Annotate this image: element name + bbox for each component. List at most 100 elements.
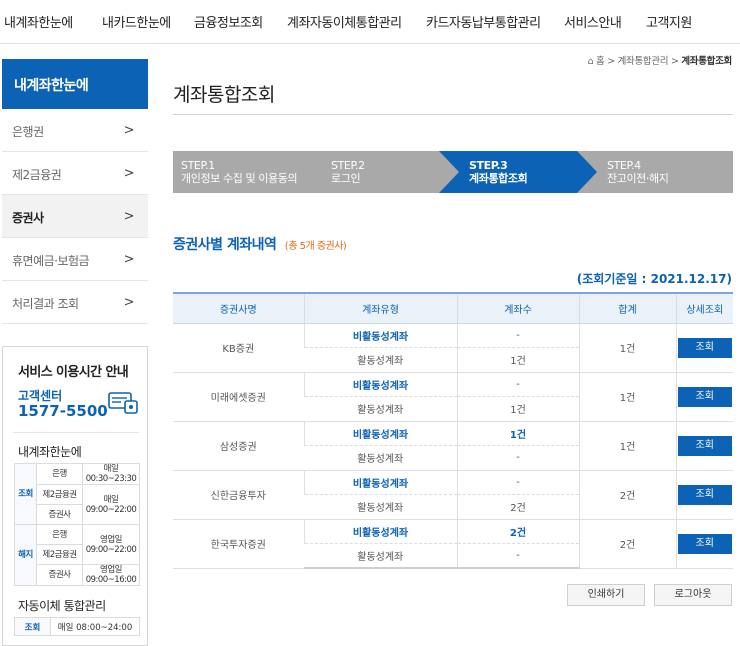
account-count-inactive: -	[456, 323, 579, 348]
sidebar-item-bank[interactable]: 은행권 >	[2, 109, 148, 152]
account-count-active: 1건	[456, 347, 579, 373]
account-count-active: -	[456, 445, 579, 471]
table-row: 삼성증권 비활동성계좌 1건 1건 조회	[173, 421, 733, 471]
account-count-inactive: 2건	[456, 519, 579, 544]
group-label: 해지	[14, 524, 37, 586]
column-header: 증권사명	[173, 292, 304, 324]
account-type-inactive: 비활동성계좌	[303, 519, 457, 544]
step-3-current: STEP.3 계좌통합조회	[439, 151, 599, 193]
view-detail-button[interactable]: 조회	[677, 484, 732, 505]
group-label: 조회	[14, 463, 37, 525]
phone-card-icon	[108, 392, 138, 414]
breadcrumb-home[interactable]: 홈	[596, 56, 605, 67]
step-label: 개인정보 수집 및 이용동의	[181, 172, 298, 185]
view-detail-button[interactable]: 조회	[677, 435, 732, 456]
chevron-right-icon: >	[123, 295, 135, 310]
org-label: 제2금융권	[36, 544, 83, 565]
sidebar-item-results[interactable]: 처리결과 조회 >	[2, 281, 148, 324]
account-total: 2건	[578, 470, 676, 520]
view-detail-button[interactable]: 조회	[677, 337, 732, 358]
sidebar-item-label: 제2금융권	[12, 168, 62, 182]
table-row: 한국투자증권 비활동성계좌 2건 2건 조회	[173, 519, 733, 569]
account-total: 1건	[578, 323, 676, 373]
divider	[173, 114, 733, 115]
account-type-active: 활동성계좌	[304, 445, 457, 471]
account-type-active: 활동성계좌	[304, 347, 457, 373]
org-label: 증권사	[36, 564, 83, 586]
table-row: 미래에셋증권 비활동성계좌 -1건 조회	[173, 372, 733, 422]
column-header: 합계	[578, 292, 676, 324]
company-name: KB증권	[173, 323, 304, 373]
account-total: 2건	[578, 519, 676, 569]
sidebar-item-label: 증권사	[12, 211, 44, 225]
account-total: 1건	[578, 421, 676, 471]
view-detail-button[interactable]: 조회	[677, 533, 732, 554]
securities-accounts-table: 증권사명 계좌유형 계좌수 합계 상세조회 KB증권 비활동성계좌 -1건 조회 활동성…	[173, 292, 733, 569]
step-number: STEP.1	[181, 159, 215, 172]
step-indicator: STEP.1 개인정보 수집 및 이용동의 STEP.2 로그인 STEP.3 …	[173, 151, 733, 193]
inquiry-date: (조회기준일 : 2021.12.17)	[576, 272, 732, 286]
account-count-inactive: -	[456, 470, 579, 495]
nav-finance-info[interactable]: 금융정보조회	[194, 12, 263, 31]
nav-customer-support[interactable]: 고객지원	[646, 12, 692, 31]
nav-auto-transfer[interactable]: 계좌자동이체통합관리	[287, 12, 402, 31]
time-label: 영업일 09:00~22:00	[82, 524, 140, 565]
sidebar-item-securities[interactable]: 증권사 >	[2, 195, 148, 238]
section-title: 증권사별 계좌내역 (총 5개 증권사)	[173, 234, 347, 254]
nav-card-autopay[interactable]: 카드자동납부통합관리	[426, 12, 541, 31]
chevron-right-icon: >	[123, 252, 135, 267]
column-header: 계좌수	[456, 292, 579, 324]
account-type-inactive: 비활동성계좌	[303, 421, 457, 446]
account-type-active: 활동성계좌	[304, 543, 457, 569]
step-number: STEP.3	[469, 159, 508, 172]
sidebar-item-label: 휴면예금·보험금	[12, 254, 90, 268]
time-label: 매일 08:00~24:00	[50, 617, 140, 636]
account-count-active: -	[456, 543, 579, 569]
account-type-inactive: 비활동성계좌	[303, 470, 457, 495]
account-count-active: 1건	[456, 396, 579, 422]
auto-transfer-hours-table: 조회 매일 08:00~24:00	[14, 617, 140, 636]
org-label: 은행	[36, 524, 83, 545]
logout-button[interactable]: 로그아웃	[654, 584, 732, 606]
time-label: 매일 00:30~23:30	[82, 463, 140, 485]
company-count: (총 5개 증권사)	[284, 241, 347, 252]
service-subtitle-auto-transfer: 자동이체 통합관리	[18, 599, 106, 613]
breadcrumb: ⌂ 홈 > 계좌통합관리 > 계좌통합조회	[587, 56, 733, 67]
table-row: 신한금융투자 비활동성계좌 -2건 조회	[173, 470, 733, 520]
time-label: 영업일 09:00~16:00	[82, 564, 140, 586]
home-icon[interactable]: ⌂	[588, 56, 594, 67]
chevron-right-icon: >	[123, 123, 135, 138]
service-hours-title: 서비스 이용시간 안내	[18, 365, 129, 380]
step-2: STEP.2 로그인	[301, 151, 461, 193]
account-type-active: 활동성계좌	[304, 396, 457, 422]
nav-my-cards[interactable]: 내카드한눈에	[102, 12, 171, 31]
sidebar-item-label: 처리결과 조회	[12, 297, 79, 311]
step-number: STEP.4	[607, 159, 641, 172]
page-title: 계좌통합조회	[173, 84, 275, 106]
column-header: 상세조회	[675, 292, 733, 324]
step-label: 로그인	[331, 172, 361, 185]
breadcrumb-level1[interactable]: 계좌통합관리	[618, 56, 669, 67]
company-name: 한국투자증권	[173, 519, 304, 569]
divider	[13, 432, 139, 433]
sidebar-item-dormant[interactable]: 휴면예금·보험금 >	[2, 238, 148, 281]
step-4: STEP.4 잔고이전·해지	[577, 151, 733, 193]
step-label: 잔고이전·해지	[607, 172, 669, 185]
company-name: 삼성증권	[173, 421, 304, 471]
account-count-inactive: 1건	[456, 421, 579, 446]
company-name: 미래에셋증권	[173, 372, 304, 422]
step-label: 계좌통합조회	[469, 172, 528, 185]
print-button[interactable]: 인쇄하기	[567, 584, 645, 606]
sidebar-menu: 은행권 > 제2금융권 > 증권사 > 휴면예금·보험금 > 처리결과 조회 >	[2, 109, 148, 324]
org-label: 은행	[36, 463, 83, 485]
sidebar-item-second-tier[interactable]: 제2금융권 >	[2, 152, 148, 195]
table-row: KB증권 비활동성계좌 -1건 조회	[173, 323, 733, 373]
detail-cell: 조회	[675, 519, 733, 569]
org-label: 증권사	[36, 504, 83, 525]
nav-my-accounts[interactable]: 내계좌한눈에	[4, 12, 73, 31]
view-detail-button[interactable]: 조회	[677, 386, 732, 407]
service-subtitle-accounts: 내계좌한눈에	[18, 445, 82, 459]
nav-service-guide[interactable]: 서비스안내	[564, 12, 622, 31]
detail-cell: 조회	[675, 372, 733, 422]
service-hours-box: 서비스 이용시간 안내 고객센터 1577-5500 내계좌한눈에 조회 은행 …	[2, 346, 148, 646]
